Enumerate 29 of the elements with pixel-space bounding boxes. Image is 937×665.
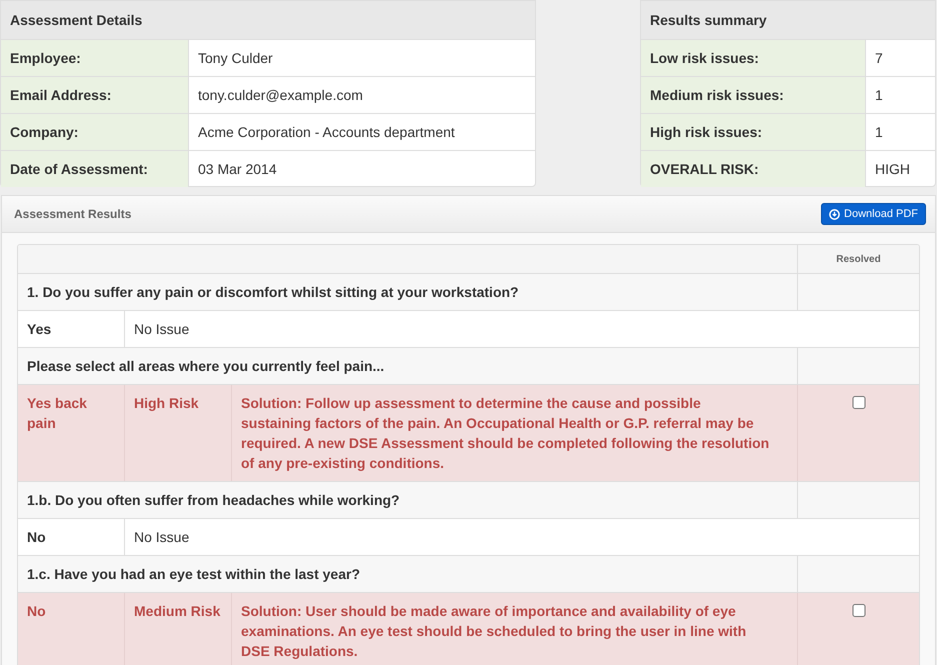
- field-value: 1: [874, 122, 884, 142]
- panel-title: Assessment Results: [14, 206, 132, 223]
- field-value: 1: [874, 86, 884, 104]
- field-label: High risk issues:: [641, 114, 866, 150]
- panel-title: Assessment Details: [1, 1, 535, 39]
- answer-text: No: [18, 593, 125, 665]
- field-value: HIGH: [874, 160, 911, 178]
- field-value: Tony Culder: [197, 48, 274, 68]
- risk-text: Medium Risk: [125, 593, 232, 665]
- column-header: Resolved: [835, 252, 882, 266]
- resolved-checkbox[interactable]: [852, 604, 866, 617]
- field-label: Medium risk issues:: [641, 77, 866, 113]
- field-label: Employee:: [1, 40, 189, 76]
- field-label: Date of Assessment:: [1, 151, 189, 187]
- field-value: Acme Corporation - Accounts department: [197, 122, 456, 142]
- risk-text: No Issue: [133, 320, 190, 339]
- field-value: tony.culder@example.com: [197, 86, 364, 105]
- field-value: 03 Mar 2014: [197, 160, 278, 178]
- solution-text: Solution: User should be made aware of importance and availability of eye examinations. An eye test should be scheduled to bring the user in line with DSE Regulations.: [232, 593, 798, 665]
- resolved-checkbox[interactable]: [852, 396, 866, 409]
- risk-text: No Issue: [133, 528, 190, 547]
- download-pdf-button[interactable]: Download PDF: [821, 203, 926, 225]
- field-label: Low risk issues:: [641, 40, 866, 76]
- field-label: Email Address:: [1, 77, 189, 113]
- field-label: OVERALL RISK:: [641, 151, 866, 187]
- panel-title: Results summary: [641, 1, 935, 39]
- field-value: 7: [874, 48, 884, 68]
- field-label: Company:: [1, 114, 189, 150]
- download-icon: [829, 208, 840, 220]
